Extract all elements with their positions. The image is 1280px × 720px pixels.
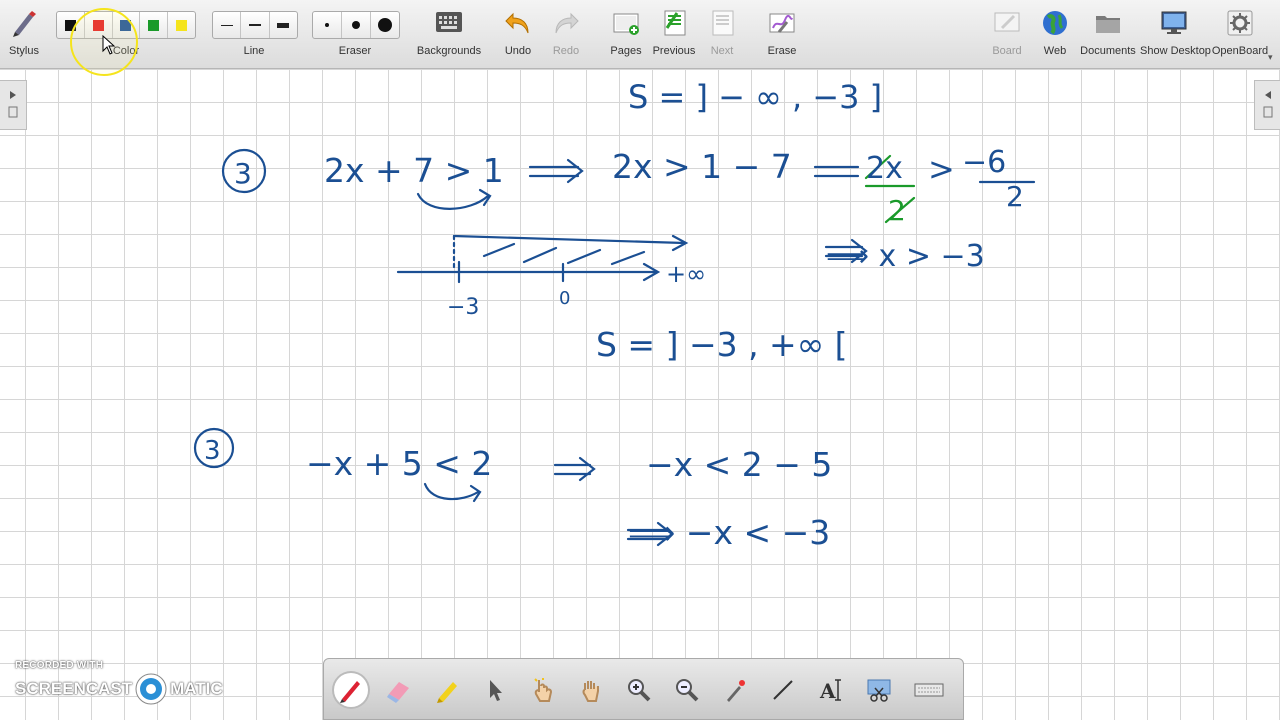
line-tool-button[interactable] <box>766 673 800 707</box>
watermark-brand-right: MATIC <box>170 679 223 698</box>
interval-hatching <box>482 242 646 266</box>
arrow-pointer-icon <box>490 680 502 701</box>
zoom-out-icon <box>676 679 699 702</box>
text-icon: A <box>819 679 841 703</box>
virtual-keyboard-button[interactable] <box>912 673 946 707</box>
ink-layer: S = ] − ∞ , −3 ] 3 2x + 7 > 1 2x > 1 − 7… <box>193 78 1036 552</box>
zoom-in-button[interactable] <box>622 673 656 707</box>
zoom-in-icon <box>628 679 651 702</box>
screencast-logo-icon <box>135 673 167 705</box>
item1-step2-gt: > <box>928 150 955 188</box>
axis-label-plus-inf: +∞ <box>666 260 706 288</box>
item2-number: 3 <box>204 436 221 466</box>
move-arrow-2 <box>423 482 482 503</box>
item1-step2-lhs-den: 2 <box>888 194 906 227</box>
hand-tool-button[interactable] <box>574 673 608 707</box>
move-arrow-1 <box>416 188 492 210</box>
line-icon <box>773 680 793 700</box>
hand-icon <box>582 681 599 702</box>
pen-icon <box>340 681 360 703</box>
bottom-toolbar: A <box>323 658 964 720</box>
item1-equation: 2x + 7 > 1 <box>324 151 504 190</box>
eraser-tool-button[interactable] <box>382 673 416 707</box>
mouse-cursor-icon <box>102 35 116 55</box>
implies-arrow-3 <box>813 165 860 178</box>
item2-step1: −x < 2 − 5 <box>646 445 832 484</box>
zoom-out-button[interactable] <box>670 673 704 707</box>
screencast-watermark: RECORDED WITH SCREENCAST MATIC <box>15 660 223 706</box>
axis-label-zero: 0 <box>559 288 570 309</box>
item1-step3: ⟹ x > −3 <box>826 239 985 274</box>
keyboard-icon <box>914 683 944 697</box>
item1-number: 3 <box>234 157 252 190</box>
item2-equation: −x + 5 < 2 <box>306 444 492 483</box>
pointing-hand-icon <box>534 678 553 702</box>
svg-text:A: A <box>819 679 836 703</box>
item1-step2-lhs-num: 2x <box>866 151 903 186</box>
number-line-axis <box>396 262 661 282</box>
highlighter-tool-button[interactable] <box>430 673 464 707</box>
implies-arrow-2 <box>553 456 596 482</box>
laser-pointer-button[interactable] <box>718 673 752 707</box>
pen-tool-button[interactable] <box>334 673 368 707</box>
scissors-icon <box>867 679 891 702</box>
item1-step2-den: 2 <box>1006 180 1024 213</box>
solution-interval-arrow <box>452 234 689 252</box>
top-solution-text: S = ] − ∞ , −3 ] <box>628 78 882 116</box>
watermark-brand-left: SCREENCAST <box>15 679 133 698</box>
watermark-line1: RECORDED WITH <box>15 660 104 671</box>
item1-solution: S = ] −3 , +∞ [ <box>596 325 848 364</box>
item2-step2: ⟹ −x < −3 <box>628 513 830 552</box>
axis-label-neg3: −3 <box>447 295 479 320</box>
text-tool-button[interactable]: A <box>814 673 848 707</box>
laser-pointer-icon <box>727 680 745 702</box>
interact-tool-button[interactable] <box>526 673 560 707</box>
eraser-icon <box>387 682 409 703</box>
implies-arrow-1 <box>528 158 584 184</box>
select-tool-button[interactable] <box>478 673 512 707</box>
item1-step2-num: −6 <box>962 145 1006 180</box>
capture-tool-button[interactable] <box>862 673 896 707</box>
item1-step1: 2x > 1 − 7 <box>612 147 792 186</box>
highlighter-icon <box>437 682 457 703</box>
